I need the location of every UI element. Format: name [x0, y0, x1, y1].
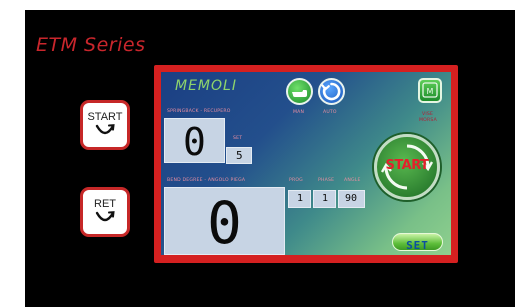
prog-value: 1: [297, 193, 304, 204]
control-screen: MEMOLI SPRINGBACK - RECUPERO 0 SET 5 BEN…: [161, 72, 451, 255]
springback-display[interactable]: 0: [164, 118, 225, 163]
manual-mode-button[interactable]: [286, 78, 313, 105]
vise-button[interactable]: M: [418, 78, 442, 103]
bend-degree-display[interactable]: 0: [164, 187, 285, 255]
side-start-label: START: [87, 111, 123, 123]
set-value: 5: [236, 149, 243, 162]
hand-icon: [292, 90, 307, 97]
prog-label: PROG: [289, 178, 303, 183]
angle-label: ANGLE: [344, 178, 361, 183]
start-cycle-button[interactable]: START: [374, 134, 440, 200]
prog-display[interactable]: 1: [288, 190, 311, 208]
bend-degree-label: BEND DEGREE - ANGOLO PIEGA: [167, 178, 246, 183]
svg-text:M: M: [427, 87, 434, 96]
set-button[interactable]: SET: [392, 233, 443, 252]
set-label: SET: [233, 136, 243, 141]
side-ret-button[interactable]: RET: [80, 187, 130, 237]
phase-value: 1: [322, 193, 329, 204]
auto-label: AUTO: [323, 110, 337, 115]
angle-display[interactable]: 90: [338, 190, 365, 208]
vise-label: VISE: [422, 112, 434, 117]
refresh-cycle-icon: [321, 82, 341, 101]
manual-label: MAN: [293, 110, 305, 115]
side-start-button[interactable]: START: [80, 100, 130, 150]
set-button-label: SET: [406, 239, 429, 252]
angle-value: 90: [345, 193, 358, 204]
series-title: ETM Series: [36, 34, 146, 56]
undo-arc-icon: [95, 124, 115, 135]
set-display[interactable]: 5: [226, 147, 252, 164]
phase-label: PHASE: [318, 178, 335, 183]
start-cycle-label: START: [385, 158, 429, 173]
morsa-label: MORSA: [419, 118, 437, 123]
springback-value: 0: [183, 120, 206, 164]
vise-clamp-icon: M: [422, 82, 438, 98]
bend-degree-value: 0: [207, 189, 242, 255]
side-ret-label: RET: [94, 198, 116, 210]
springback-label: SPRINGBACK - RECUPERO: [167, 109, 231, 114]
auto-mode-button[interactable]: [318, 78, 345, 105]
brand-logo: MEMOLI: [175, 78, 237, 94]
control-panel: MEMOLI SPRINGBACK - RECUPERO 0 SET 5 BEN…: [154, 65, 458, 263]
undo-arc-icon: [95, 211, 115, 222]
phase-display[interactable]: 1: [313, 190, 336, 208]
